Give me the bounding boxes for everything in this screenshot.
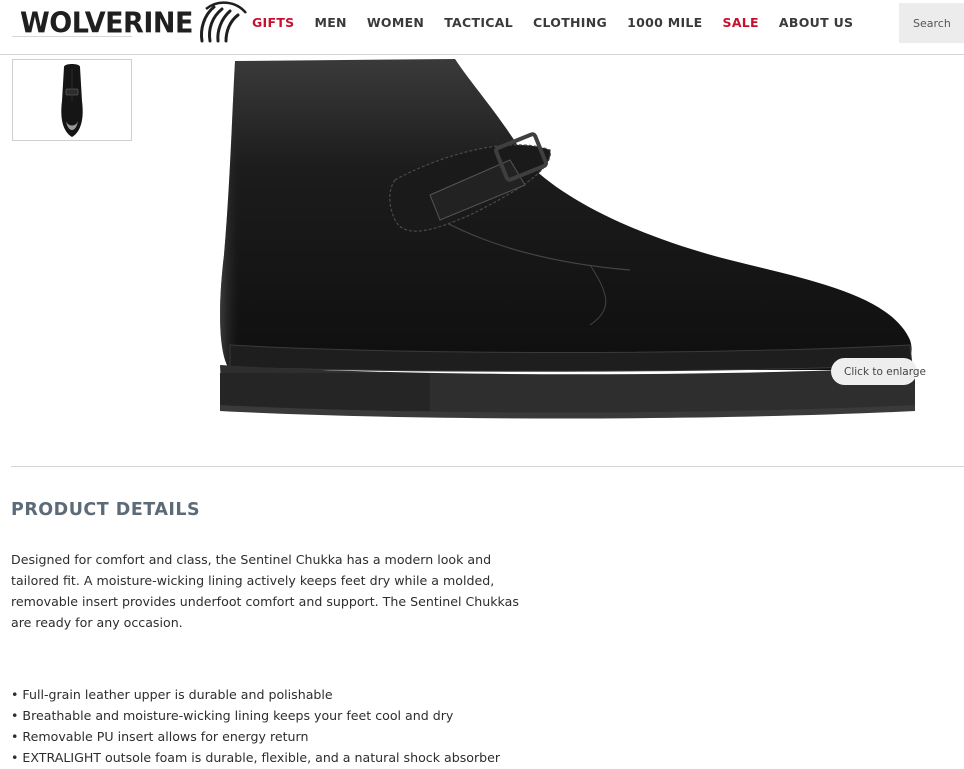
nav-clothing[interactable]: CLOTHING [533, 15, 607, 30]
click-to-enlarge-button[interactable]: Click to enlarge [831, 358, 926, 385]
boot-thumbnail-image [61, 64, 83, 137]
main-product-image[interactable] [210, 55, 925, 425]
thumbnail-separator [12, 32, 132, 37]
nav-men[interactable]: MEN [314, 15, 346, 30]
feature-item: • EXTRALIGHT outsole foam is durable, fl… [11, 750, 501, 765]
main-navigation: GIFTS MEN WOMEN TACTICAL CLOTHING 1000 M… [252, 15, 873, 30]
nav-sale[interactable]: SALE [723, 15, 759, 30]
nav-tactical[interactable]: TACTICAL [444, 15, 513, 30]
feature-item: • Removable PU insert allows for energy … [11, 729, 309, 744]
section-divider [11, 466, 964, 467]
search-box [899, 3, 964, 43]
site-header: WOLVERINE GIFTS MEN WOMEN TACTICAL CLOTH… [0, 0, 964, 55]
feature-item: • Breathable and moisture-wicking lining… [11, 708, 454, 723]
wolverine-logo[interactable]: WOLVERINE [20, 0, 247, 46]
nav-women[interactable]: WOMEN [367, 15, 424, 30]
nav-gifts[interactable]: GIFTS [252, 15, 294, 30]
product-thumbnail[interactable] [12, 59, 132, 141]
product-details-heading: PRODUCT DETAILS [11, 500, 201, 520]
search-input[interactable] [913, 16, 963, 30]
nav-1000-mile[interactable]: 1000 MILE [627, 15, 702, 30]
feature-item: • Full-grain leather upper is durable an… [11, 687, 333, 702]
claw-logo-icon [200, 1, 247, 43]
product-description: Designed for comfort and class, the Sent… [11, 552, 519, 630]
feature-list: • Full-grain leather upper is durable an… [11, 684, 571, 768]
enlarge-label: Click to enlarge [844, 365, 926, 378]
nav-about-us[interactable]: ABOUT US [779, 15, 853, 30]
